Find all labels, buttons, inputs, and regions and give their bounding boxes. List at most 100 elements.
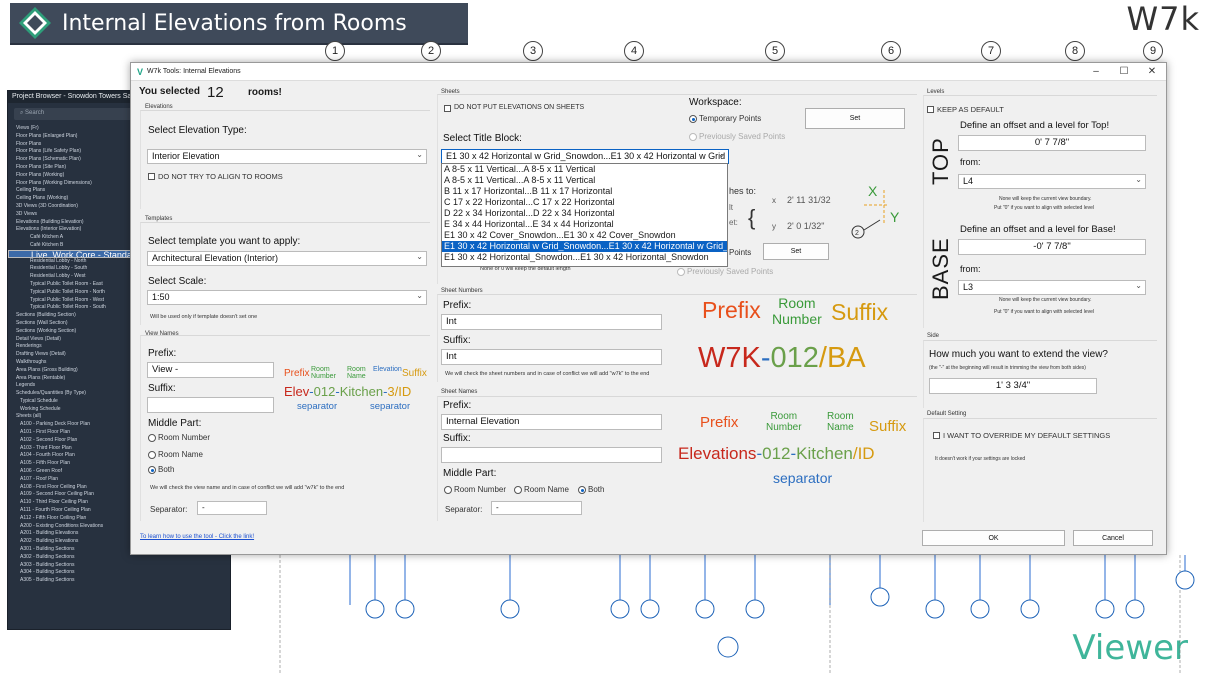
chevron-down-icon: ⌄ <box>416 252 423 261</box>
view-middle-room-name-radio[interactable] <box>148 451 156 459</box>
sheet-number-conflict-note: We will check the sheet numbers and in c… <box>445 371 650 377</box>
keep-default-label: KEEP AS DEFAULT <box>937 105 1004 114</box>
project-browser-item[interactable]: A303 - Building Sections <box>8 562 230 570</box>
top-note-1: None will keep the current view boundary… <box>999 196 1092 202</box>
base-level-select[interactable]: L3 ⌄ <box>958 280 1146 295</box>
sheet-name-room-name-radio[interactable] <box>514 486 522 494</box>
top-level-select[interactable]: L4 ⌄ <box>958 174 1146 189</box>
diagram-view-room-word-2: Room <box>347 366 366 373</box>
view-middle-room-number-label: Room Number <box>158 433 211 442</box>
chevron-down-icon: ⌄ <box>416 291 423 300</box>
keep-default-checkbox[interactable] <box>927 106 934 113</box>
title-block-option[interactable]: D 22 x 34 Horizontal...D 22 x 34 Horizon… <box>442 208 727 219</box>
diagram-view-example: Elev-012-Kitchen-3/ID <box>284 384 411 399</box>
title-block-option[interactable]: C 17 x 22 Horizontal...C 17 x 22 Horizon… <box>442 197 727 208</box>
override-note: It doesn't work if your settings are loc… <box>935 456 1026 462</box>
title-block-option[interactable]: E1 30 x 42 Horizontal_Snowdon...E1 30 x … <box>442 252 727 263</box>
inches-to-label: hes to: <box>729 186 757 196</box>
previously-saved-points-radio[interactable] <box>689 133 697 141</box>
diagram-sname-name-word: Name <box>827 422 854 433</box>
sheet-number-prefix-input[interactable]: Int <box>441 314 662 330</box>
diagram-view-number-word: Number <box>311 373 336 380</box>
diagram-view-elevation: Elevation <box>373 366 402 373</box>
view-middle-room-number-radio[interactable] <box>148 434 156 442</box>
extend-input[interactable]: 1' 3 3/4" <box>929 378 1097 394</box>
view-separator-input[interactable]: - <box>197 501 267 515</box>
sheet-number-suffix-input[interactable]: Int <box>441 349 662 365</box>
workspace-label: Workspace: <box>689 97 742 108</box>
diagram-sname-example: Elevations-012-Kitchen/ID <box>678 444 875 464</box>
sheet-name-both-radio[interactable] <box>578 486 586 494</box>
cancel-button[interactable]: Cancel <box>1073 530 1153 546</box>
diagram-sname-kitchen: Kitchen <box>796 444 853 463</box>
view-middle-both-radio[interactable] <box>148 466 156 474</box>
top-offset-input[interactable]: 0' 7 7/8" <box>958 135 1146 151</box>
project-browser-item[interactable]: A304 - Building Sections <box>8 569 230 577</box>
sheet-name-separator-input[interactable]: - <box>491 501 582 515</box>
view-suffix-label: Suffix: <box>148 383 176 394</box>
view-suffix-input[interactable] <box>147 397 274 413</box>
points-set-button[interactable]: Set <box>763 243 829 260</box>
base-level-value: L3 <box>963 282 974 292</box>
sheet-numbers-group-label: Sheet Numbers <box>441 288 483 294</box>
select-elevation-type-label: Select Elevation Type: <box>148 125 247 136</box>
no-sheets-checkbox[interactable] <box>444 105 451 112</box>
diagram-sname-room-name: Room Name <box>827 411 854 433</box>
scale-select[interactable]: 1:50 ⌄ <box>147 290 427 305</box>
sheet-name-suffix-input[interactable] <box>441 447 662 463</box>
base-offset-label: Define an offset and a level for Base! <box>960 224 1116 235</box>
base-vertical-label: BASE <box>928 237 953 300</box>
dialog-title: W7k Tools: Internal Elevations <box>147 68 241 75</box>
title-block-option[interactable]: E1 30 x 42 Cover_Snowdon...E1 30 x 42 Co… <box>442 230 727 241</box>
workspace-set-button[interactable]: Set <box>805 108 905 129</box>
title-block-select[interactable]: E1 30 x 42 Horizontal w Grid_Snowdon...E… <box>441 149 729 164</box>
template-select[interactable]: Architectural Elevation (Interior) ⌄ <box>147 251 427 266</box>
diagram-sname-room-word: Room <box>770 411 798 422</box>
svg-text:Y: Y <box>890 209 900 225</box>
project-browser-item[interactable]: A305 - Building Sections <box>8 577 230 585</box>
diagram-sname-suffix: Suffix <box>869 418 907 435</box>
diagram-sn-number-word: Number <box>772 311 822 327</box>
title-block-option[interactable]: B 11 x 17 Horizontal...B 11 x 17 Horizon… <box>442 186 727 197</box>
temporary-points-radio[interactable] <box>689 115 697 123</box>
template-value: Architectural Elevation (Interior) <box>152 253 279 263</box>
fragment-et: et: <box>729 218 738 227</box>
scale-value: 1:50 <box>152 292 170 302</box>
maximize-icon[interactable]: ☐ <box>1110 66 1138 77</box>
chevron-down-icon: ⌄ <box>1135 175 1142 184</box>
sheet-names-group-label: Sheet Names <box>441 389 478 395</box>
minimize-icon[interactable]: – <box>1082 66 1110 77</box>
ok-button[interactable]: OK <box>922 530 1065 546</box>
extend-note: (the "-" at the beginning will result in… <box>929 365 1086 371</box>
no-align-checkbox[interactable] <box>148 173 155 180</box>
close-icon[interactable]: ✕ <box>1138 66 1166 77</box>
levels-group-label: Levels <box>927 89 945 95</box>
diagram-view-room: Room Number <box>311 366 336 380</box>
diagram-view-prefix: Prefix <box>284 368 310 379</box>
points-label: Points <box>729 248 752 257</box>
sheet-name-prefix-input[interactable]: Internal Elevation <box>441 414 662 430</box>
elevation-type-select[interactable]: Interior Elevation ⌄ <box>147 149 427 164</box>
x-value: 2' 11 31/32 <box>787 195 831 205</box>
title-block-option[interactable]: E 34 x 44 Horizontal...E 34 x 44 Horizon… <box>442 219 727 230</box>
override-checkbox[interactable] <box>933 432 940 439</box>
diagram-view-separator: separator <box>297 401 338 412</box>
title-block-option[interactable]: A 8-5 x 11 Vertical...A 8-5 x 11 Vertica… <box>442 175 727 186</box>
video-title-banner: Internal Elevations from Rooms <box>10 3 468 45</box>
previously-saved-points-radio-2[interactable] <box>677 268 685 276</box>
top-note-2: Put "0" if you want to align with select… <box>994 205 1094 211</box>
view-separator-label: Separator: <box>150 505 188 514</box>
sheet-name-room-number-radio[interactable] <box>444 486 452 494</box>
top-offset-label: Define an offset and a level for Top! <box>960 120 1110 131</box>
view-prefix-input[interactable]: View - <box>147 362 274 378</box>
base-offset-input[interactable]: -0' 7 7/8" <box>958 239 1146 255</box>
sheet-name-room-name-label: Room Name <box>524 485 569 494</box>
svg-text:X: X <box>868 183 878 199</box>
help-link[interactable]: To learn how to use the tool - Click the… <box>140 534 254 540</box>
diagram-sn-room-number: Room Number <box>772 295 822 327</box>
title-block-option[interactable]: A 8-5 x 11 Vertical...A 8-5 x 11 Vertica… <box>442 164 727 175</box>
grid-bubble: 3 <box>523 41 543 61</box>
title-block-option-selected[interactable]: E1 30 x 42 Horizontal w Grid_Snowdon...E… <box>442 241 727 252</box>
diagram-sn-ba: /BA <box>818 342 866 374</box>
title-block-dropdown-list[interactable]: A 8-5 x 11 Vertical...A 8-5 x 11 Vertica… <box>441 163 728 267</box>
